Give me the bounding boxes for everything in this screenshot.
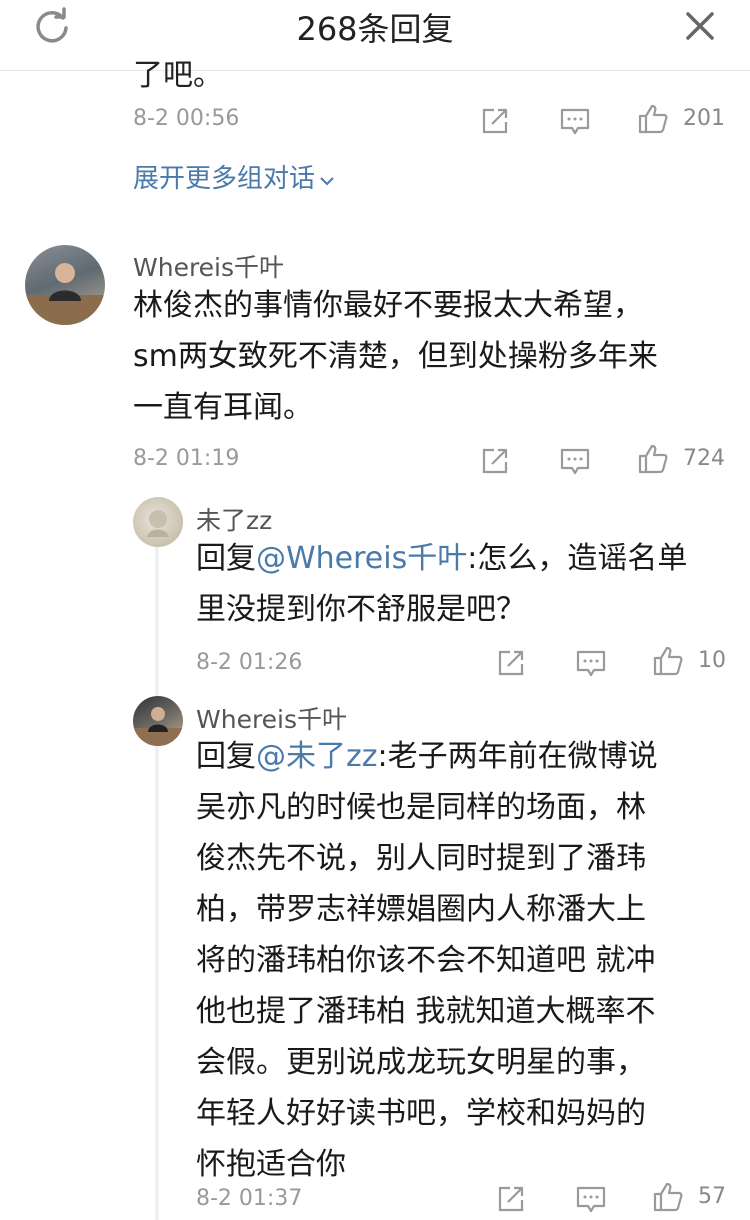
comment-body: 回复@未了zz:老子两年前在微博说 吴亦凡的时候也是同样的场面，林 俊杰先不说，…	[196, 731, 658, 1190]
like-count: 201	[683, 106, 725, 131]
mention-link[interactable]: @未了zz	[256, 739, 378, 774]
avatar[interactable]	[133, 497, 183, 547]
reply-prefix: 回复	[196, 739, 256, 774]
like-count: 57	[698, 1184, 726, 1209]
comment-line: 吴亦凡的时候也是同样的场面，林	[196, 790, 646, 825]
username[interactable]: Whereis千叶	[133, 248, 284, 284]
share-icon[interactable]	[478, 444, 512, 478]
comment-meta-row: 8-2 00:56 201	[133, 100, 733, 140]
comment-time: 8-2 01:26	[196, 650, 303, 675]
comment-line: 回复@未了zz:老子两年前在微博说	[196, 731, 658, 782]
comment-line: 林俊杰的事情你最好不要报太大希望，	[133, 288, 643, 323]
page-title: 268条回复	[296, 10, 454, 48]
chevron-down-icon	[320, 177, 334, 186]
comment-icon[interactable]	[558, 444, 592, 478]
comment-line: 柏，带罗志祥嫖娼圈内人称潘大上	[196, 892, 646, 927]
username[interactable]: 未了zz	[196, 501, 272, 537]
comment-time: 8-2 01:37	[196, 1186, 303, 1211]
comment-icon[interactable]	[574, 646, 608, 680]
comment-time: 8-2 01:19	[133, 446, 240, 471]
comment-line: 他也提了潘玮柏 我就知道大概率不	[196, 994, 656, 1029]
avatar-photo	[147, 510, 169, 537]
thumbs-up-icon[interactable]	[651, 1180, 685, 1214]
like-count: 10	[698, 648, 726, 673]
reply-prefix: 回复	[196, 541, 256, 576]
comment-meta-row: 8-2 01:26 10	[196, 644, 736, 684]
comment-meta-row: 8-2 01:37 57	[196, 1180, 736, 1220]
comment-time: 8-2 00:56	[133, 106, 240, 131]
like-count: 724	[683, 446, 725, 471]
share-icon[interactable]	[494, 646, 528, 680]
comment-icon[interactable]	[558, 104, 592, 138]
comment-body: 回复@Whereis千叶:怎么，造谣名单 里没提到你不舒服是吧？	[196, 533, 687, 635]
header-bar: 268条回复	[0, 0, 750, 60]
header-divider	[0, 70, 750, 71]
thumbs-up-icon[interactable]	[651, 644, 685, 678]
avatar-photo	[133, 707, 183, 746]
mention-link[interactable]: @Whereis千叶	[256, 541, 467, 576]
comment-body: 林俊杰的事情你最好不要报太大希望， sm两女致死不清楚，但到处操粉多年来 一直有…	[133, 280, 658, 433]
comment-line: 年轻人好好读书吧，学校和妈妈的	[196, 1096, 646, 1131]
comment-icon[interactable]	[574, 1182, 608, 1216]
thread-line	[155, 545, 159, 1220]
comment-line: 回复@Whereis千叶:怎么，造谣名单	[196, 533, 687, 584]
comment-line: sm两女致死不清楚，但到处操粉多年来	[133, 339, 658, 374]
comment-line: 一直有耳闻。	[133, 390, 313, 425]
comment-line: 里没提到你不舒服是吧？	[196, 592, 526, 627]
avatar-photo	[25, 263, 105, 325]
thumbs-up-icon[interactable]	[636, 102, 670, 136]
comment-line: 俊杰先不说，别人同时提到了潘玮	[196, 841, 646, 876]
comment-line: 会假。更别说成龙玩女明星的事，	[196, 1045, 646, 1080]
expand-more-label: 展开更多组对话	[133, 164, 316, 194]
share-icon[interactable]	[494, 1182, 528, 1216]
cut-off-comment-text: 了吧。	[133, 58, 223, 93]
avatar[interactable]	[25, 245, 105, 325]
comment-meta-row: 8-2 01:19 724	[133, 440, 733, 480]
share-icon[interactable]	[478, 104, 512, 138]
close-icon[interactable]	[680, 6, 720, 46]
comment-line-text: :怎么，造谣名单	[467, 541, 688, 576]
comment-line-text: :老子两年前在微博说	[377, 739, 658, 774]
avatar[interactable]	[133, 696, 183, 746]
comment-line: 将的潘玮柏你该不会不知道吧 就冲	[196, 943, 656, 978]
thumbs-up-icon[interactable]	[636, 442, 670, 476]
expand-more-link[interactable]: 展开更多组对话	[133, 158, 335, 195]
